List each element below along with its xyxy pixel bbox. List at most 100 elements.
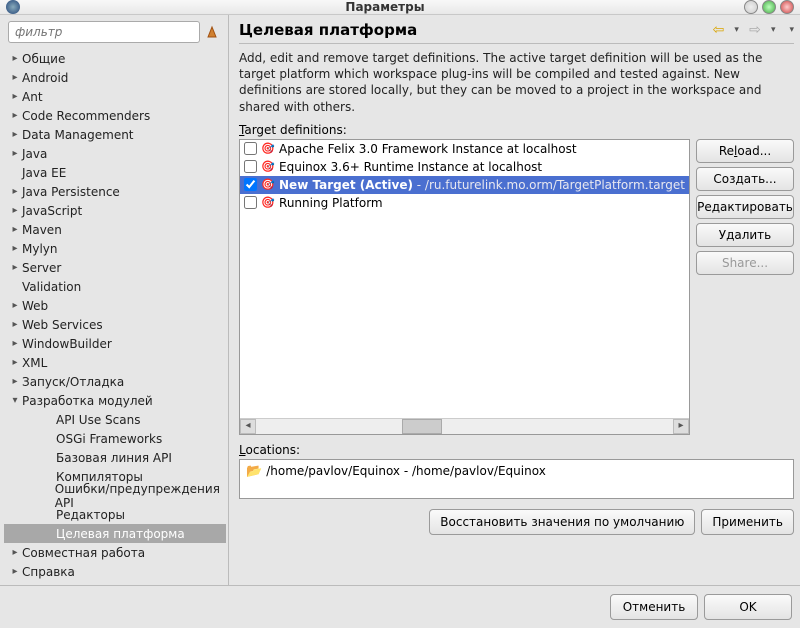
tree-item[interactable]: ▸Code Recommenders <box>4 106 226 125</box>
chevron-right-icon[interactable]: ▸ <box>8 243 22 254</box>
page-title: Целевая платформа <box>239 21 710 39</box>
target-definition-item[interactable]: 🎯 New Target (Active) - /ru.futurelink.mo… <box>240 176 689 194</box>
tree-item[interactable]: ▸JavaScript <box>4 201 226 220</box>
chevron-right-icon[interactable]: ▸ <box>8 547 22 558</box>
cancel-button[interactable]: Отменить <box>610 594 698 620</box>
chevron-right-icon[interactable]: ▸ <box>8 376 22 387</box>
tree-item[interactable]: ▸Java <box>4 144 226 163</box>
scroll-left-icon[interactable]: ◂ <box>240 419 256 434</box>
chevron-right-icon[interactable]: ▸ <box>8 338 22 349</box>
chevron-right-icon[interactable]: ▸ <box>8 72 22 83</box>
tree-item[interactable]: ▸Java Persistence <box>4 182 226 201</box>
tree-item[interactable]: ▸Ant <box>4 87 226 106</box>
target-definitions-list[interactable]: 🎯Apache Felix 3.0 Framework Instance at … <box>239 139 690 435</box>
target-definition-item[interactable]: 🎯Equinox 3.6+ Runtime Instance at localh… <box>240 158 689 176</box>
target-icon: 🎯 <box>261 178 275 192</box>
tree-item-label: Запуск/Отладка <box>22 375 124 389</box>
chevron-right-icon[interactable]: ▸ <box>8 53 22 64</box>
main-panel: Целевая платформа ⇦ ▾ ⇨ ▾ ▾ Add, edit an… <box>229 15 800 585</box>
tree-item[interactable]: ▾Разработка модулей <box>4 391 226 410</box>
forward-menu-icon[interactable]: ▾ <box>771 25 776 35</box>
target-icon: 🎯 <box>261 196 275 210</box>
close-button[interactable] <box>780 0 794 14</box>
eclipse-icon <box>6 0 20 14</box>
tree-item[interactable]: ▸Справка <box>4 562 226 581</box>
target-definition-item[interactable]: 🎯Apache Felix 3.0 Framework Instance at … <box>240 140 689 158</box>
tree-item[interactable]: ▸Mylyn <box>4 239 226 258</box>
tree-item-label: Редакторы <box>56 508 125 522</box>
reload-button[interactable]: Reload... <box>696 139 794 163</box>
minimize-button[interactable] <box>744 0 758 14</box>
tree-item[interactable]: ▸WindowBuilder <box>4 334 226 353</box>
chevron-right-icon[interactable]: ▸ <box>8 91 22 102</box>
scroll-thumb[interactable] <box>402 419 442 434</box>
tree-item[interactable]: Validation <box>4 277 226 296</box>
restore-defaults-button[interactable]: Восстановить значения по умолчанию <box>429 509 695 535</box>
tree-item-label: Java Persistence <box>22 185 120 199</box>
ok-button[interactable]: OK <box>704 594 792 620</box>
target-definition-item[interactable]: 🎯Running Platform <box>240 194 689 212</box>
tree-item[interactable]: ▸Android <box>4 68 226 87</box>
chevron-down-icon[interactable]: ▾ <box>8 395 22 406</box>
tree-item-label: Общие <box>22 52 65 66</box>
chevron-right-icon[interactable]: ▸ <box>8 148 22 159</box>
filter-input[interactable] <box>8 21 200 43</box>
tree-item[interactable]: ▸Data Management <box>4 125 226 144</box>
preferences-tree[interactable]: ▸Общие▸Android▸Ant▸Code Recommenders▸Dat… <box>4 49 228 581</box>
tree-item-label: XML <box>22 356 47 370</box>
definitions-label: Target definitions: <box>239 123 794 137</box>
back-icon[interactable]: ⇦ <box>710 22 726 38</box>
view-menu-icon[interactable]: ▾ <box>789 25 794 35</box>
back-menu-icon[interactable]: ▾ <box>734 25 739 35</box>
window-buttons <box>744 0 794 14</box>
chevron-right-icon[interactable]: ▸ <box>8 224 22 235</box>
folder-icon: 📂 <box>246 464 262 479</box>
chevron-right-icon[interactable]: ▸ <box>8 205 22 216</box>
scroll-right-icon[interactable]: ▸ <box>673 419 689 434</box>
tree-item-label: Mylyn <box>22 242 58 256</box>
tree-item[interactable]: ▸Совместная работа <box>4 543 226 562</box>
tree-item[interactable]: ▸XML <box>4 353 226 372</box>
tree-item[interactable]: ▸Web Services <box>4 315 226 334</box>
tree-item[interactable]: Целевая платформа <box>4 524 226 543</box>
tree-item[interactable]: Базовая линия API <box>4 448 226 467</box>
target-checkbox[interactable] <box>244 196 257 209</box>
tree-item-label: Базовая линия API <box>56 451 172 465</box>
tree-item[interactable]: OSGi Frameworks <box>4 429 226 448</box>
chevron-right-icon[interactable]: ▸ <box>8 357 22 368</box>
chevron-right-icon[interactable]: ▸ <box>8 110 22 121</box>
target-label: New Target (Active) - /ru.futurelink.mo.… <box>279 178 685 192</box>
clear-filter-icon[interactable] <box>204 23 222 41</box>
tree-item[interactable]: ▸Общие <box>4 49 226 68</box>
create-button[interactable]: Создать... <box>696 167 794 191</box>
chevron-right-icon[interactable]: ▸ <box>8 300 22 311</box>
tree-item[interactable]: ▸Web <box>4 296 226 315</box>
chevron-right-icon[interactable]: ▸ <box>8 186 22 197</box>
tree-item-label: Ошибки/предупреждения API <box>55 482 226 510</box>
target-checkbox[interactable] <box>244 160 257 173</box>
chevron-right-icon[interactable]: ▸ <box>8 566 22 577</box>
maximize-button[interactable] <box>762 0 776 14</box>
tree-item-label: Data Management <box>22 128 134 142</box>
chevron-right-icon[interactable]: ▸ <box>8 319 22 330</box>
tree-item-label: JavaScript <box>22 204 82 218</box>
target-checkbox[interactable] <box>244 178 257 191</box>
tree-item-label: Web Services <box>22 318 103 332</box>
forward-icon: ⇨ <box>747 22 763 38</box>
tree-item[interactable]: ▸Maven <box>4 220 226 239</box>
chevron-right-icon[interactable]: ▸ <box>8 262 22 273</box>
titlebar: Параметры <box>0 0 800 15</box>
tree-item[interactable]: Java EE <box>4 163 226 182</box>
tree-item[interactable]: API Use Scans <box>4 410 226 429</box>
target-checkbox[interactable] <box>244 142 257 155</box>
edit-button[interactable]: Редактировать <box>696 195 794 219</box>
locations-label: Locations: <box>239 443 794 457</box>
share-button: Share... <box>696 251 794 275</box>
tree-item[interactable]: ▸Server <box>4 258 226 277</box>
chevron-right-icon[interactable]: ▸ <box>8 129 22 140</box>
delete-button[interactable]: Удалить <box>696 223 794 247</box>
tree-item[interactable]: Ошибки/предупреждения API <box>4 486 226 505</box>
tree-item[interactable]: ▸Запуск/Отладка <box>4 372 226 391</box>
apply-button[interactable]: Применить <box>701 509 794 535</box>
horizontal-scrollbar[interactable]: ◂ ▸ <box>240 418 689 434</box>
